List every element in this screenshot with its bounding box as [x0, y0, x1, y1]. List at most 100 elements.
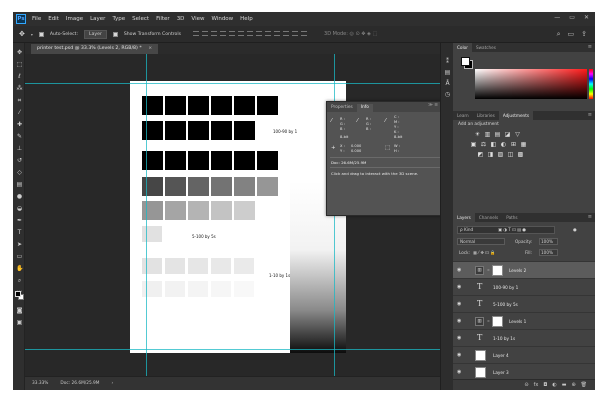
tab-adjustments[interactable]: Adjustments	[498, 111, 534, 120]
blur-tool-icon[interactable]: ●	[16, 193, 23, 200]
tab-color[interactable]: Color	[453, 43, 472, 52]
layer-mask-thumbnail[interactable]	[492, 316, 503, 327]
document-page[interactable]: 100-90 by 1 5-100 by 5s 1-10 by 1s	[130, 81, 346, 353]
tab-channels[interactable]: Channels	[475, 213, 502, 222]
workspace-icon[interactable]: ▭	[568, 30, 575, 39]
quick-mask-icon[interactable]: ◙	[16, 307, 23, 314]
minimize-button[interactable]: —	[554, 14, 560, 21]
brush-settings-icon[interactable]: ⁑	[444, 58, 451, 65]
canvas-area[interactable]: 100-90 by 1 5-100 by 5s 1-10 by 1s Prope…	[25, 54, 440, 376]
color-swatches[interactable]	[15, 291, 24, 300]
move-tool-icon[interactable]: ✥	[16, 49, 23, 56]
tab-libraries[interactable]: Libraries	[473, 111, 499, 120]
distribute-left-icon[interactable]	[274, 30, 281, 36]
color-lookup-icon[interactable]: ▦	[520, 141, 527, 148]
zoom-tool-icon[interactable]: ⌕	[16, 277, 23, 284]
menu-window[interactable]: Window	[211, 16, 233, 22]
delete-layer-icon[interactable]: 🗑	[581, 382, 587, 388]
new-adjustment-icon[interactable]: ◐	[552, 382, 556, 388]
layer-mask-thumbnail[interactable]	[492, 265, 503, 276]
color-panel-menu-icon[interactable]: ≡	[588, 43, 592, 52]
path-selection-icon[interactable]: ➤	[16, 241, 23, 248]
hand-tool-icon[interactable]: ✋	[16, 265, 23, 272]
tab-layers[interactable]: Layers	[453, 213, 475, 222]
layer-row[interactable]: ◉ T 1-10 by 1s	[453, 329, 595, 346]
layer-style-icon[interactable]: fx	[534, 382, 539, 388]
selective-color-icon[interactable]: ▩	[517, 151, 524, 158]
layer-filter-icons[interactable]: ▣ ◑ T ⊡ ▤ ●	[498, 227, 526, 232]
align-right-icon[interactable]	[238, 30, 245, 36]
align-bottom-icon[interactable]	[211, 30, 218, 36]
zoom-level[interactable]: 33.33%	[32, 381, 48, 386]
tab-info[interactable]: Info	[356, 104, 373, 112]
auto-align-icon[interactable]	[301, 30, 308, 36]
menu-filter[interactable]: Filter	[156, 16, 170, 22]
layer-row[interactable]: ◉ T 5-100 by 5s	[453, 295, 595, 312]
menu-type[interactable]: Type	[112, 16, 125, 22]
distribute-center-icon[interactable]	[283, 30, 290, 36]
layer-visibility-eye-icon[interactable]: ◉	[457, 267, 461, 273]
layer-visibility-eye-icon[interactable]: ◉	[457, 352, 461, 358]
tab-paths[interactable]: Paths	[502, 213, 521, 222]
add-mask-icon[interactable]: ◘	[543, 382, 547, 388]
exposure-icon[interactable]: ◪	[504, 131, 511, 138]
align-left-icon[interactable]	[220, 30, 227, 36]
distribute-middle-icon[interactable]	[256, 30, 263, 36]
layer-kind-filter[interactable]: ρ Kind	[460, 227, 473, 232]
link-layers-icon[interactable]: ⊝	[524, 382, 528, 388]
history-icon[interactable]: ◷	[444, 91, 451, 98]
close-button[interactable]: ✕	[584, 14, 589, 21]
color-panel-foreground-swatch[interactable]	[461, 57, 470, 66]
transform-controls-checkbox[interactable]	[112, 31, 118, 37]
menu-select[interactable]: Select	[132, 16, 149, 22]
lasso-tool-icon[interactable]: ℓ	[16, 73, 23, 80]
menu-edit[interactable]: Edit	[48, 16, 59, 22]
adjustments-panel-menu-icon[interactable]: ≡	[588, 111, 592, 120]
align-center-icon[interactable]	[229, 30, 236, 36]
layer-row[interactable]: ◉ T 100-90 by 1	[453, 278, 595, 295]
panel-collapse-controls[interactable]: ≫ ≡	[428, 103, 438, 108]
filter-toggle-icon[interactable]: ●	[573, 227, 577, 232]
eraser-tool-icon[interactable]: ◇	[16, 169, 23, 176]
distribute-top-icon[interactable]	[247, 30, 254, 36]
properties-icon[interactable]: ▤	[444, 69, 451, 76]
photo-filter-icon[interactable]: ◐	[500, 141, 507, 148]
mask-link-icon[interactable]: ∞	[487, 268, 490, 272]
menu-image[interactable]: Image	[66, 16, 83, 22]
new-layer-icon[interactable]: ⊕	[571, 382, 575, 388]
document-tab-close-icon[interactable]: ×	[148, 46, 152, 51]
tab-swatches[interactable]: Swatches	[472, 43, 500, 52]
clone-stamp-icon[interactable]: ⊥	[16, 145, 23, 152]
channel-mixer-icon[interactable]: ⊞	[510, 141, 517, 148]
type-tool-icon[interactable]: T	[16, 229, 23, 236]
crop-tool-icon[interactable]: ⌗	[16, 97, 23, 104]
3d-mode-icons[interactable]: 3D Mode: ◎ ⊙ ✥ ◈ ⬚	[324, 31, 377, 37]
eyedropper-icon[interactable]: ⁄	[16, 109, 23, 116]
lock-icons[interactable]: ▦ ⁄ ✥ ⊡ 🔒	[473, 250, 495, 256]
character-icon[interactable]: Å	[444, 80, 451, 87]
tab-learn[interactable]: Learn	[453, 111, 473, 120]
status-arrow-icon[interactable]: ›	[112, 381, 114, 386]
document-tab[interactable]: printer test.psd @ 33.3% (Levels 2, RGB/…	[31, 44, 159, 54]
hue-slider[interactable]	[589, 69, 593, 99]
dodge-tool-icon[interactable]: ◒	[16, 205, 23, 212]
layer-visibility-eye-icon[interactable]: ◉	[457, 301, 461, 307]
healing-brush-icon[interactable]: ✚	[16, 121, 23, 128]
invert-icon[interactable]: ◩	[477, 151, 484, 158]
magic-wand-icon[interactable]: ⁂	[16, 85, 23, 92]
layer-row[interactable]: ◉ Layer 3	[453, 363, 595, 380]
maximize-button[interactable]: ▭	[569, 14, 575, 21]
brightness-contrast-icon[interactable]: ☀	[474, 131, 481, 138]
layer-row[interactable]: ◉ ▥ ∞ Levels 1	[453, 312, 595, 329]
layer-row[interactable]: ◉ ▥ ∞ Levels 2	[453, 261, 595, 278]
menu-file[interactable]: File	[32, 16, 41, 22]
distribute-bottom-icon[interactable]	[265, 30, 272, 36]
auto-select-dropdown[interactable]: Layer	[84, 29, 107, 39]
levels-icon[interactable]: ▥	[484, 131, 491, 138]
layers-panel-menu-icon[interactable]: ≡	[588, 213, 592, 222]
distribute-right-icon[interactable]	[292, 30, 299, 36]
color-balance-icon[interactable]: ⚖	[480, 141, 487, 148]
auto-select-checkbox[interactable]	[38, 31, 44, 37]
history-brush-icon[interactable]: ↺	[16, 157, 23, 164]
black-white-icon[interactable]: ◧	[490, 141, 497, 148]
